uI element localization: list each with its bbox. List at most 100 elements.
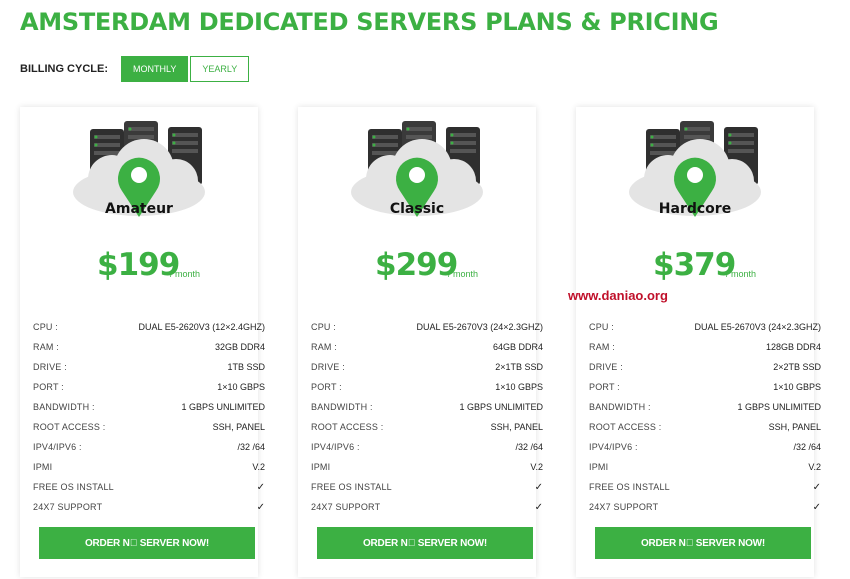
spec-label: CPU : <box>311 322 337 332</box>
spec-label: IPMI <box>33 462 53 472</box>
spec-value: 128GB DDR4 <box>765 342 821 352</box>
spec-label: DRIVE : <box>589 362 623 372</box>
spec-label: IPV4/IPV6 : <box>589 442 638 452</box>
spec-row-drive: DRIVE : 2×2TB SSD <box>589 357 821 377</box>
spec-label: DRIVE : <box>33 362 67 372</box>
checkmark-icon: ✓ <box>534 501 543 513</box>
spec-value: /32 /64 <box>237 442 265 452</box>
spec-label: IPV4/IPV6 : <box>33 442 82 452</box>
billing-monthly-button[interactable]: MONTHLY <box>121 56 189 82</box>
spec-label: ROOT ACCESS : <box>589 422 662 432</box>
spec-value: DUAL E5-2620V3 (12×2.4GHZ) <box>138 322 265 332</box>
spec-label: FREE OS INSTALL <box>33 482 114 492</box>
checkmark-icon: ✓ <box>812 501 821 513</box>
spec-label: DRIVE : <box>311 362 345 372</box>
price-period: / month <box>448 269 479 279</box>
spec-value: /32 /64 <box>515 442 543 452</box>
spec-label: PORT : <box>33 382 64 392</box>
billing-cycle-toggle: BILLING CYCLE: MONTHLY YEARLY <box>20 56 251 82</box>
spec-value: 2×1TB SSD <box>495 362 543 372</box>
spec-row-cpu: CPU : DUAL E5-2620V3 (12×2.4GHZ) <box>33 317 265 337</box>
spec-label: ROOT ACCESS : <box>33 422 106 432</box>
spec-label: RAM : <box>311 342 338 352</box>
spec-row-ram: RAM : 128GB DDR4 <box>589 337 821 357</box>
spec-value: 1TB SSD <box>227 362 265 372</box>
spec-row-root-access: ROOT ACCESS : SSH, PANEL <box>589 417 821 437</box>
price-period: / month <box>726 269 757 279</box>
spec-label: FREE OS INSTALL <box>589 482 670 492</box>
spec-label: 24X7 SUPPORT <box>589 502 659 512</box>
spec-row-drive: DRIVE : 1TB SSD <box>33 357 265 377</box>
order-server-button[interactable]: ORDER N⃞ SERVER NOW! <box>595 527 811 559</box>
spec-value: 1×10 GBPS <box>773 382 821 392</box>
spec-row-bandwidth: BANDWIDTH : 1 GBPS UNLIMITED <box>33 397 265 417</box>
spec-row-bandwidth: BANDWIDTH : 1 GBPS UNLIMITED <box>311 397 543 417</box>
spec-row-ipmi: IPMI V.2 <box>311 457 543 477</box>
watermark: www.daniao.org <box>568 288 668 303</box>
spec-label: BANDWIDTH : <box>33 402 95 412</box>
spec-label: IPMI <box>311 462 331 472</box>
spec-label: FREE OS INSTALL <box>311 482 392 492</box>
spec-value: 1×10 GBPS <box>495 382 543 392</box>
plan-price: $199 <box>97 247 180 283</box>
plan-card-classic: Classic $299 / month CPU : DUAL E5-2670V3… <box>298 107 543 577</box>
spec-row-port: PORT : 1×10 GBPS <box>589 377 821 397</box>
billing-yearly-button[interactable]: YEARLY <box>190 56 250 82</box>
spec-label: ROOT ACCESS : <box>311 422 384 432</box>
spec-row-ipmi: IPMI V.2 <box>589 457 821 477</box>
spec-row-ip: IPV4/IPV6 : /32 /64 <box>33 437 265 457</box>
order-server-button[interactable]: ORDER N⃞ SERVER NOW! <box>39 527 255 559</box>
spec-value: V.2 <box>252 462 265 472</box>
spec-row-os-install: FREE OS INSTALL ✓ <box>311 477 543 497</box>
spec-value: 32GB DDR4 <box>214 342 265 352</box>
plan-price: $379 <box>653 247 736 283</box>
checkmark-icon: ✓ <box>534 481 543 493</box>
spec-list: CPU : DUAL E5-2670V3 (24×2.3GHZ) RAM : 128… <box>589 317 821 517</box>
page-title: AMSTERDAM DEDICATED SERVERS PLANS & PRIC… <box>20 8 719 36</box>
plan-price: $299 <box>375 247 458 283</box>
plan-name: Classic <box>389 201 445 217</box>
spec-row-port: PORT : 1×10 GBPS <box>33 377 265 397</box>
spec-row-os-install: FREE OS INSTALL ✓ <box>589 477 821 497</box>
spec-row-ip: IPV4/IPV6 : /32 /64 <box>589 437 821 457</box>
spec-value: /32 /64 <box>793 442 821 452</box>
price-row: $379 / month <box>576 247 814 287</box>
billing-cycle-label: BILLING CYCLE: <box>20 63 108 75</box>
spec-label: CPU : <box>33 322 59 332</box>
spec-row-cpu: CPU : DUAL E5-2670V3 (24×2.3GHZ) <box>589 317 821 337</box>
spec-value: V.2 <box>808 462 821 472</box>
spec-value: 1 GBPS UNLIMITED <box>737 402 821 412</box>
checkmark-icon: ✓ <box>256 501 265 513</box>
spec-label: CPU : <box>589 322 615 332</box>
spec-row-cpu: CPU : DUAL E5-2670V3 (24×2.3GHZ) <box>311 317 543 337</box>
checkmark-icon: ✓ <box>812 481 821 493</box>
spec-row-ip: IPV4/IPV6 : /32 /64 <box>311 437 543 457</box>
order-server-button[interactable]: ORDER N⃞ SERVER NOW! <box>317 527 533 559</box>
spec-label: PORT : <box>311 382 342 392</box>
plan-name: Hardcore <box>658 201 732 217</box>
spec-label: 24X7 SUPPORT <box>33 502 103 512</box>
price-row: $299 / month <box>298 247 536 287</box>
spec-value: 2×2TB SSD <box>773 362 821 372</box>
price-period: / month <box>170 269 201 279</box>
spec-row-drive: DRIVE : 2×1TB SSD <box>311 357 543 377</box>
spec-value: DUAL E5-2670V3 (24×2.3GHZ) <box>416 322 543 332</box>
spec-label: BANDWIDTH : <box>589 402 651 412</box>
spec-row-ipmi: IPMI V.2 <box>33 457 265 477</box>
spec-label: RAM : <box>33 342 60 352</box>
spec-row-root-access: ROOT ACCESS : SSH, PANEL <box>33 417 265 437</box>
spec-value: V.2 <box>530 462 543 472</box>
spec-label: BANDWIDTH : <box>311 402 373 412</box>
spec-row-support: 24X7 SUPPORT ✓ <box>311 497 543 517</box>
spec-label: IPV4/IPV6 : <box>311 442 360 452</box>
spec-row-port: PORT : 1×10 GBPS <box>311 377 543 397</box>
plan-name: Amateur <box>105 201 173 217</box>
spec-row-root-access: ROOT ACCESS : SSH, PANEL <box>311 417 543 437</box>
spec-list: CPU : DUAL E5-2620V3 (12×2.4GHZ) RAM : 32G… <box>33 317 265 517</box>
spec-label: PORT : <box>589 382 620 392</box>
spec-row-support: 24X7 SUPPORT ✓ <box>589 497 821 517</box>
spec-value: 64GB DDR4 <box>492 342 543 352</box>
spec-value: SSH, PANEL <box>768 422 821 432</box>
spec-row-os-install: FREE OS INSTALL ✓ <box>33 477 265 497</box>
checkmark-icon: ✓ <box>256 481 265 493</box>
